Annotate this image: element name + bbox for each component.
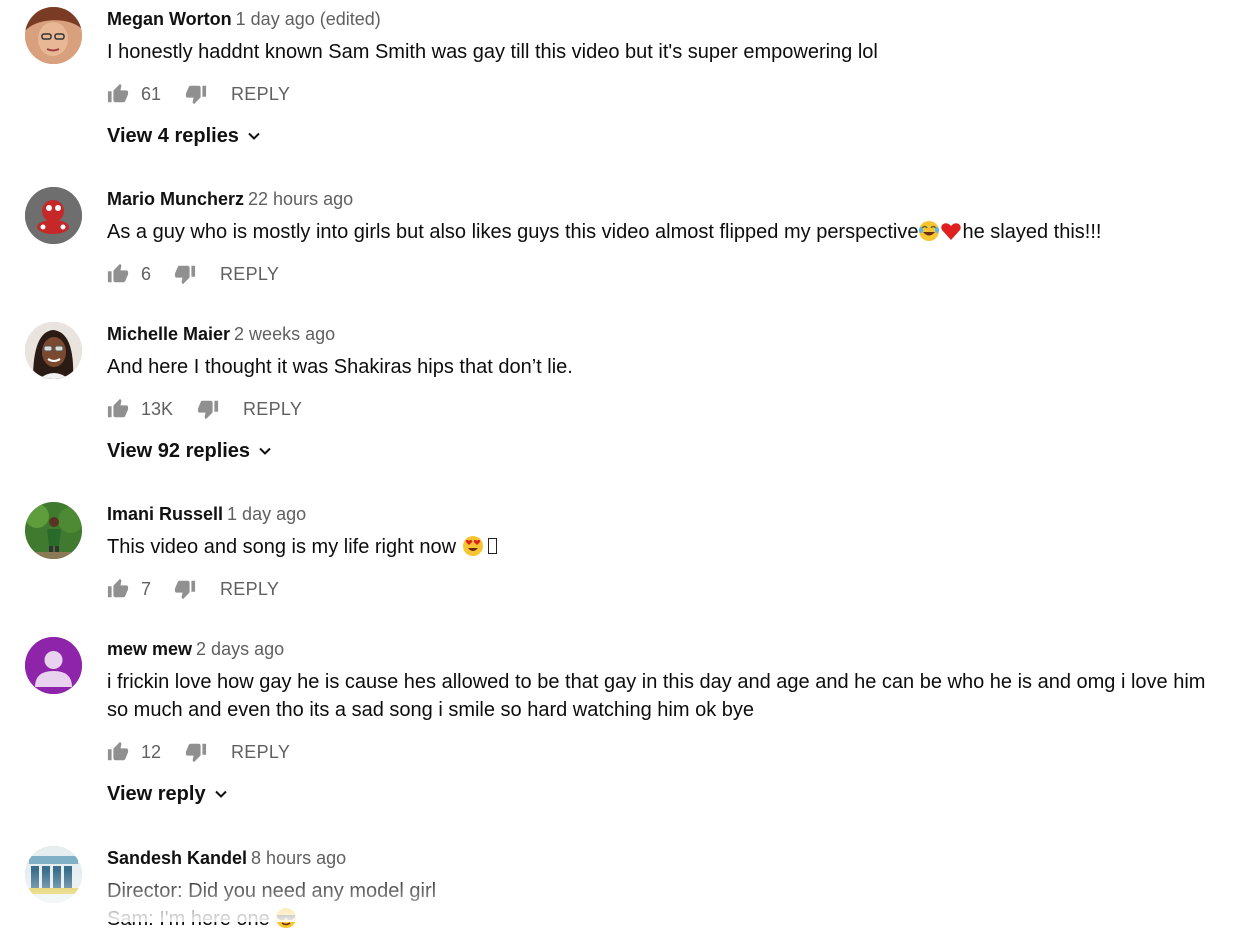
comment-actions: 13K REPLY	[107, 395, 1220, 423]
author-name[interactable]: Imani Russell	[107, 504, 223, 524]
view-replies-button[interactable]: View 92 replies	[107, 437, 1220, 465]
reply-button[interactable]: REPLY	[231, 84, 290, 105]
view-replies-button[interactable]: View reply	[107, 780, 1220, 808]
avatar[interactable]	[25, 502, 82, 559]
view-replies-label: View reply	[107, 782, 206, 805]
reply-button[interactable]: REPLY	[220, 264, 279, 285]
comment-text-line: i frickin love how gay he is cause hes a…	[107, 671, 1206, 693]
comment-header: mew mew 2 days ago	[107, 638, 1220, 660]
tears-of-joy-emoji	[919, 221, 940, 241]
comment-time[interactable]: 2 days ago	[196, 639, 284, 659]
thumbs-up-icon[interactable]	[107, 83, 129, 105]
thumbs-down-icon[interactable]	[185, 741, 207, 763]
like-count: 13K	[141, 398, 174, 419]
avatar[interactable]	[25, 187, 82, 244]
comment-time[interactable]: 8 hours ago	[251, 848, 346, 868]
avatar[interactable]	[25, 846, 82, 903]
reply-button[interactable]: REPLY	[243, 399, 302, 420]
sunglasses-emoji	[276, 908, 297, 928]
avatar[interactable]	[25, 322, 82, 379]
comment-text-line: Sam: I'm here one	[107, 905, 1220, 933]
comment-time[interactable]: 2 weeks ago	[234, 324, 335, 344]
view-replies-label: View 4 replies	[107, 124, 239, 147]
thumbs-down-icon[interactable]	[174, 263, 196, 285]
avatar[interactable]	[25, 637, 82, 694]
view-replies-label: View 92 replies	[107, 439, 251, 462]
comment-text-part: Sam: I'm here one	[107, 908, 270, 930]
heart-eyes-emoji	[462, 536, 483, 556]
comment-text-part: As a guy who is mostly into girls but al…	[107, 221, 919, 243]
author-name[interactable]: Mario Muncherz	[107, 189, 244, 209]
thumbs-down-icon[interactable]	[197, 398, 219, 420]
author-name[interactable]: Megan Worton	[107, 9, 232, 29]
comment-text: I honestly haddnt known Sam Smith was ga…	[107, 41, 878, 63]
like-count: 12	[141, 741, 162, 762]
thumbs-up-icon[interactable]	[107, 578, 129, 600]
comment-header: Michelle Maier 2 weeks ago	[107, 323, 1220, 345]
comment-text: This video and song is my life right now	[107, 533, 1220, 561]
comment-text-part: This video and song is my life right now	[107, 536, 457, 558]
missing-glyph-icon	[487, 538, 497, 554]
comment-actions: 6 REPLY	[107, 260, 1220, 288]
comment-text: As a guy who is mostly into girls but al…	[107, 218, 1220, 246]
view-replies-button[interactable]: View 4 replies	[107, 122, 1220, 150]
comment-time[interactable]: 22 hours ago	[248, 189, 353, 209]
thumbs-up-icon[interactable]	[107, 398, 129, 420]
author-name[interactable]: mew mew	[107, 639, 192, 659]
author-name[interactable]: Michelle Maier	[107, 324, 230, 344]
comment-header: Mario Muncherz 22 hours ago	[107, 188, 1220, 210]
avatar[interactable]	[25, 7, 82, 64]
chevron-down-icon	[259, 447, 271, 455]
comment-text-line: so much and even tho its a sad song i sm…	[107, 699, 755, 721]
comment-header: Megan Worton 1 day ago (edited)	[107, 8, 1220, 30]
like-count: 61	[141, 83, 162, 104]
reply-button[interactable]: REPLY	[231, 742, 290, 763]
thumbs-up-icon[interactable]	[107, 263, 129, 285]
comment-text: Director: Did you need any model girl Sa…	[107, 877, 1220, 933]
like-count: 7	[141, 578, 152, 599]
reply-button[interactable]: REPLY	[220, 579, 279, 600]
comment-time[interactable]: 1 day ago (edited)	[236, 9, 381, 29]
comment-header: Imani Russell 1 day ago	[107, 503, 1220, 525]
comment-actions: 7 REPLY	[107, 575, 1220, 603]
thumbs-up-icon[interactable]	[107, 741, 129, 763]
comment-actions: 61 REPLY	[107, 80, 1220, 108]
red-heart-emoji	[941, 223, 962, 240]
like-count: 6	[141, 263, 152, 284]
chevron-down-icon	[214, 790, 227, 798]
comment-text: i frickin love how gay he is cause hes a…	[107, 668, 1220, 724]
thumbs-down-icon[interactable]	[185, 83, 207, 105]
comment-text-line: Director: Did you need any model girl	[107, 880, 437, 902]
comment-text-part: he slayed this!!!	[962, 221, 1102, 243]
chevron-down-icon	[248, 132, 260, 140]
comment-header: Sandesh Kandel 8 hours ago	[107, 847, 1220, 869]
comment-text: And here I thought it was Shakiras hips …	[107, 356, 573, 378]
comment-actions: 12 REPLY	[107, 738, 1220, 766]
thumbs-down-icon[interactable]	[174, 578, 196, 600]
author-name[interactable]: Sandesh Kandel	[107, 848, 247, 868]
comment-time[interactable]: 1 day ago	[227, 504, 306, 524]
